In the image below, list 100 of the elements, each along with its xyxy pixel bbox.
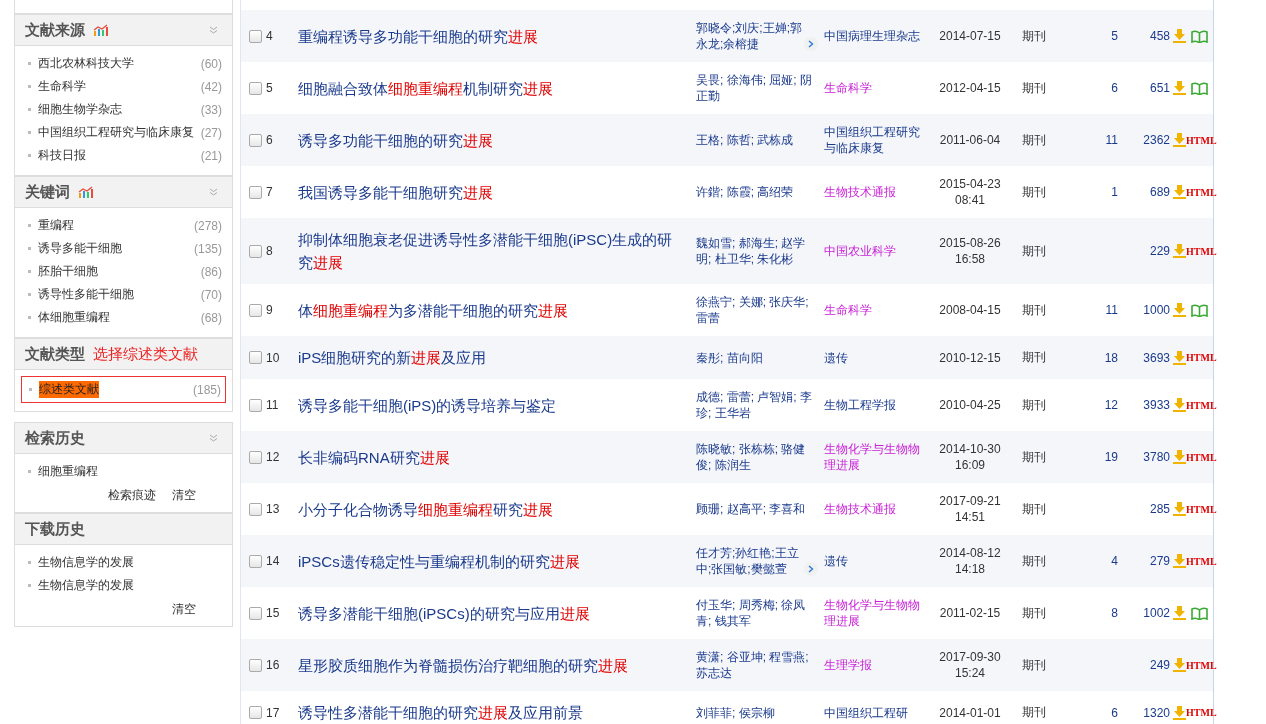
source-link[interactable]: 生理学报 <box>824 657 928 673</box>
source-link[interactable]: 生物技术通报 <box>824 184 928 200</box>
citation-count[interactable]: 11 <box>1084 303 1118 317</box>
article-title-link[interactable]: 星形胶质细胞作为脊髓损伤治疗靶细胞的研究进展 <box>298 653 682 677</box>
download-icon[interactable] <box>1173 658 1186 672</box>
citation-count[interactable]: 6 <box>1084 81 1118 95</box>
article-title-link[interactable]: 长非编码RNA研究进展 <box>298 445 682 469</box>
download-icon[interactable] <box>1173 133 1186 147</box>
download-icon[interactable] <box>1173 450 1186 464</box>
collapse-icon[interactable] <box>209 188 218 196</box>
expand-icon[interactable] <box>804 562 818 576</box>
filter-item[interactable]: 诱导多能干细胞 (135) <box>25 237 222 260</box>
citation-count[interactable]: 19 <box>1084 450 1118 464</box>
citation-count[interactable]: 18 <box>1084 350 1118 365</box>
checkbox[interactable] <box>249 185 262 199</box>
book-icon[interactable] <box>1191 606 1208 620</box>
citation-count[interactable]: 5 <box>1084 29 1118 43</box>
filter-item[interactable]: 中国组织工程研究与临床康复 (27) <box>25 121 222 144</box>
download-icon[interactable] <box>1173 705 1186 720</box>
expand-icon[interactable] <box>804 37 818 51</box>
html-link[interactable]: HTML <box>1186 555 1217 567</box>
filter-item[interactable]: 西北农林科技大学 (60) <box>25 52 222 75</box>
html-link[interactable]: HTML <box>1186 503 1217 515</box>
citation-count[interactable]: 1 <box>1084 185 1118 199</box>
filter-item[interactable]: 生命科学 (42) <box>25 75 222 98</box>
history-link[interactable]: 检索痕迹 <box>108 487 156 504</box>
article-title-link[interactable]: 重编程诱导多功能干细胞的研究进展 <box>298 24 682 48</box>
source-link[interactable]: 遗传 <box>824 349 928 366</box>
source-link[interactable]: 中国组织工程研究与临床康复 <box>824 124 928 156</box>
checkbox[interactable] <box>249 706 262 719</box>
article-title-link[interactable]: 细胞融合致体细胞重编程机制研究进展 <box>298 76 682 100</box>
article-title-link[interactable]: 抑制体细胞衰老促进诱导性多潜能干细胞(iPSC)生成的研究进展 <box>298 228 682 274</box>
filter-item[interactable]: 体细胞重编程 (68) <box>25 306 222 329</box>
download-icon[interactable] <box>1173 244 1186 258</box>
filter-item[interactable]: 科技日报 (21) <box>25 144 222 167</box>
checkbox[interactable] <box>249 398 262 412</box>
article-title-link[interactable]: 诱导多功能干细胞的研究进展 <box>298 128 682 152</box>
source-link[interactable]: 中国病理生理杂志 <box>824 28 928 44</box>
collapse-icon[interactable] <box>209 434 218 442</box>
html-link[interactable]: HTML <box>1186 399 1217 411</box>
source-link[interactable]: 生命科学 <box>824 302 928 318</box>
checkbox[interactable] <box>249 554 262 568</box>
download-icon[interactable] <box>1173 350 1186 365</box>
filter-item[interactable]: 诱导性多能干细胞 (70) <box>25 283 222 306</box>
download-icon[interactable] <box>1173 554 1186 568</box>
html-link[interactable]: HTML <box>1186 352 1217 363</box>
checkbox[interactable] <box>249 303 262 317</box>
download-icon[interactable] <box>1173 185 1186 199</box>
checkbox[interactable] <box>249 81 262 95</box>
checkbox[interactable] <box>249 133 262 147</box>
checkbox[interactable] <box>249 502 262 516</box>
book-icon[interactable] <box>1191 81 1208 95</box>
filter-item[interactable]: 综述类文献 (185) <box>21 376 226 403</box>
checkbox[interactable] <box>249 450 262 464</box>
checkbox[interactable] <box>249 658 262 672</box>
filter-item[interactable]: 胚胎干细胞 (86) <box>25 260 222 283</box>
citation-count[interactable]: 11 <box>1084 133 1118 147</box>
citation-count[interactable]: 4 <box>1084 554 1118 568</box>
article-title-link[interactable]: iPSCs遗传稳定性与重编程机制的研究进展 <box>298 549 682 573</box>
html-link[interactable]: HTML <box>1186 245 1217 257</box>
article-title-link[interactable]: 我国诱导多能干细胞研究进展 <box>298 180 682 204</box>
source-link[interactable]: 遗传 <box>824 553 928 569</box>
html-link[interactable]: HTML <box>1186 659 1217 671</box>
history-item[interactable]: 生物信息学的发展 <box>25 574 222 597</box>
citation-count[interactable]: 8 <box>1084 606 1118 620</box>
source-link[interactable]: 生物工程学报 <box>824 397 928 413</box>
download-icon[interactable] <box>1173 29 1186 43</box>
source-link[interactable]: 中国组织工程研 <box>824 704 928 721</box>
checkbox[interactable] <box>249 244 262 258</box>
citation-count[interactable]: 6 <box>1084 705 1118 720</box>
article-title-link[interactable]: 诱导多能干细胞(iPS)的诱导培养与鉴定 <box>298 393 682 417</box>
article-title-link[interactable]: iPS细胞研究的新进展及应用 <box>298 346 682 369</box>
collapse-icon[interactable] <box>209 26 218 34</box>
book-icon[interactable] <box>1191 303 1208 317</box>
html-link[interactable]: HTML <box>1186 134 1217 146</box>
article-title-link[interactable]: 诱导多潜能干细胞(iPSCs)的研究与应用进展 <box>298 601 682 625</box>
checkbox[interactable] <box>249 351 262 364</box>
download-icon[interactable] <box>1173 303 1186 317</box>
html-link[interactable]: HTML <box>1186 186 1217 198</box>
source-link[interactable]: 生物化学与生物物理进展 <box>824 441 928 473</box>
article-title-link[interactable]: 小分子化合物诱导细胞重编程研究进展 <box>298 497 682 521</box>
source-link[interactable]: 生物技术通报 <box>824 501 928 517</box>
source-link[interactable]: 生物化学与生物物理进展 <box>824 597 928 629</box>
history-item[interactable]: 细胞重编程 <box>25 460 222 483</box>
html-link[interactable]: HTML <box>1186 707 1217 718</box>
download-icon[interactable] <box>1173 398 1186 412</box>
article-title-link[interactable]: 体细胞重编程为多潜能干细胞的研究进展 <box>298 298 682 322</box>
article-title-link[interactable]: 诱导性多潜能干细胞的研究进展及应用前景 <box>298 701 682 724</box>
html-link[interactable]: HTML <box>1186 451 1217 463</box>
book-icon[interactable] <box>1191 29 1208 43</box>
checkbox[interactable] <box>249 29 262 43</box>
download-icon[interactable] <box>1173 606 1186 620</box>
download-icon[interactable] <box>1173 81 1186 95</box>
source-link[interactable]: 中国农业科学 <box>824 243 928 259</box>
citation-count[interactable]: 12 <box>1084 398 1118 412</box>
history-link[interactable]: 清空 <box>172 487 196 504</box>
history-item[interactable]: 生物信息学的发展 <box>25 551 222 574</box>
history-link[interactable]: 清空 <box>172 601 196 618</box>
filter-item[interactable]: 重编程 (278) <box>25 214 222 237</box>
source-link[interactable]: 生命科学 <box>824 80 928 96</box>
